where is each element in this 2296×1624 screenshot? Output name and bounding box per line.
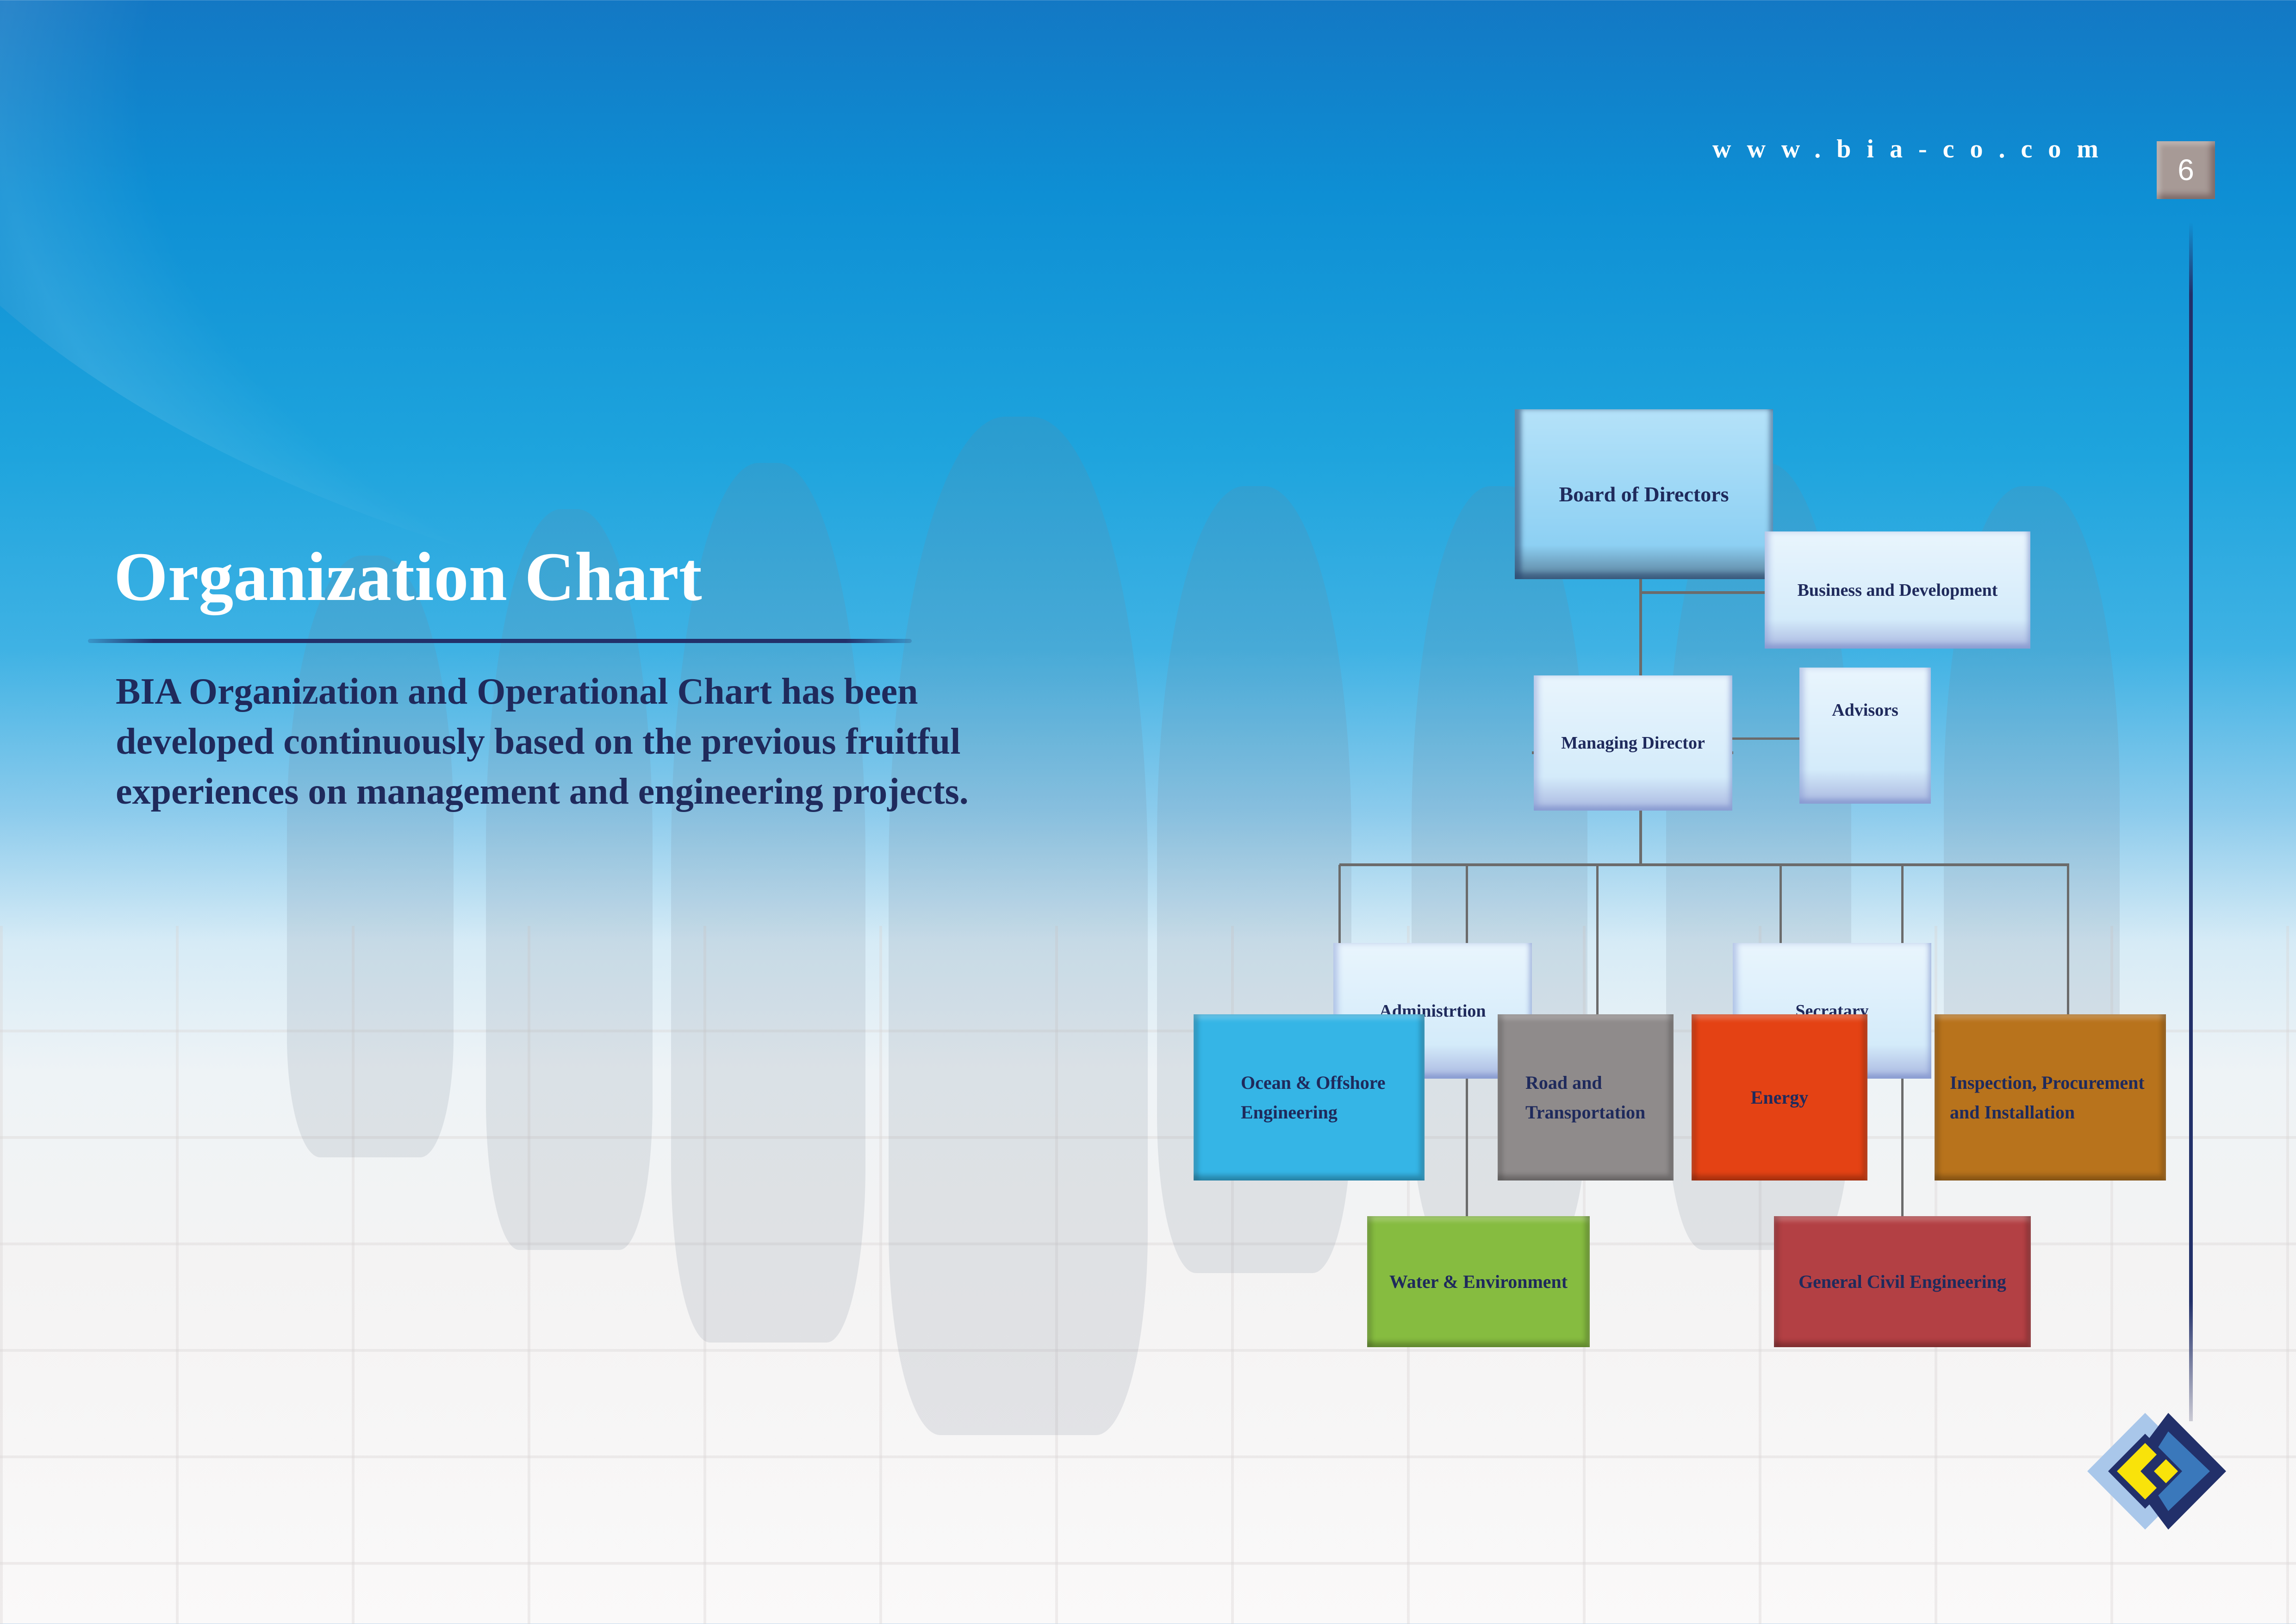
connector-department-bus xyxy=(1339,863,2069,866)
org-node-advisors[interactable]: Advisors xyxy=(1799,668,1931,804)
org-node-board-of-directors[interactable]: Board of Directors xyxy=(1515,409,1773,579)
org-node-label: Advisors xyxy=(1832,700,1898,720)
org-node-label: and Installation xyxy=(1950,1101,2075,1123)
org-node-energy[interactable]: Energy xyxy=(1692,1014,1867,1181)
org-node-label: Transportation xyxy=(1525,1101,1646,1123)
org-node-label: Ocean & Offshore xyxy=(1241,1072,1386,1093)
title-underline xyxy=(88,639,912,643)
org-node-inspection-procurement[interactable]: Inspection, Procurement and Installation xyxy=(1935,1014,2166,1181)
org-node-label: Managing Director xyxy=(1561,733,1705,753)
org-node-managing-director[interactable]: Managing Director xyxy=(1534,675,1732,811)
org-node-label: Energy xyxy=(1750,1087,1809,1108)
org-node-label: Inspection, Procurement xyxy=(1950,1072,2145,1093)
org-node-ocean-offshore[interactable]: Ocean & Offshore Engineering xyxy=(1194,1014,1425,1181)
description: BIA Organization and Operational Chart h… xyxy=(116,667,1088,817)
connector-business xyxy=(1641,591,1766,594)
silhouette xyxy=(889,417,1148,1435)
org-node-label: Board of Directors xyxy=(1559,482,1729,506)
connector-drop xyxy=(1596,865,1599,1015)
description-line: experiences on management and engineerin… xyxy=(116,771,969,812)
org-node-label: Engineering xyxy=(1241,1101,1338,1123)
org-node-business-development[interactable]: Business and Development xyxy=(1765,531,2030,649)
connector-advisors xyxy=(1732,737,1800,740)
description-line: BIA Organization and Operational Chart h… xyxy=(116,671,918,712)
page-title: Organization Chart xyxy=(114,538,702,615)
bia-logo-icon xyxy=(2087,1413,2226,1530)
silhouette xyxy=(287,556,454,1157)
website-url[interactable]: www.bia-co.com xyxy=(1712,134,2114,164)
connector-drop xyxy=(2067,865,2069,1015)
org-node-general-civil[interactable]: General Civil Engineering xyxy=(1774,1216,2031,1347)
org-node-water-environment[interactable]: Water & Environment xyxy=(1367,1216,1590,1347)
page-number-badge: 6 xyxy=(2157,141,2215,199)
org-node-label: Water & Environment xyxy=(1389,1271,1568,1292)
org-node-road-transportation[interactable]: Road and Transportation xyxy=(1498,1014,1674,1181)
description-line: developed continuously based on the prev… xyxy=(116,721,961,762)
org-node-label: Road and xyxy=(1525,1072,1602,1093)
org-node-label: Business and Development xyxy=(1797,580,1998,600)
org-node-label: General Civil Engineering xyxy=(1798,1271,2006,1292)
silhouette xyxy=(486,509,653,1250)
side-divider-line xyxy=(2189,222,2193,1421)
